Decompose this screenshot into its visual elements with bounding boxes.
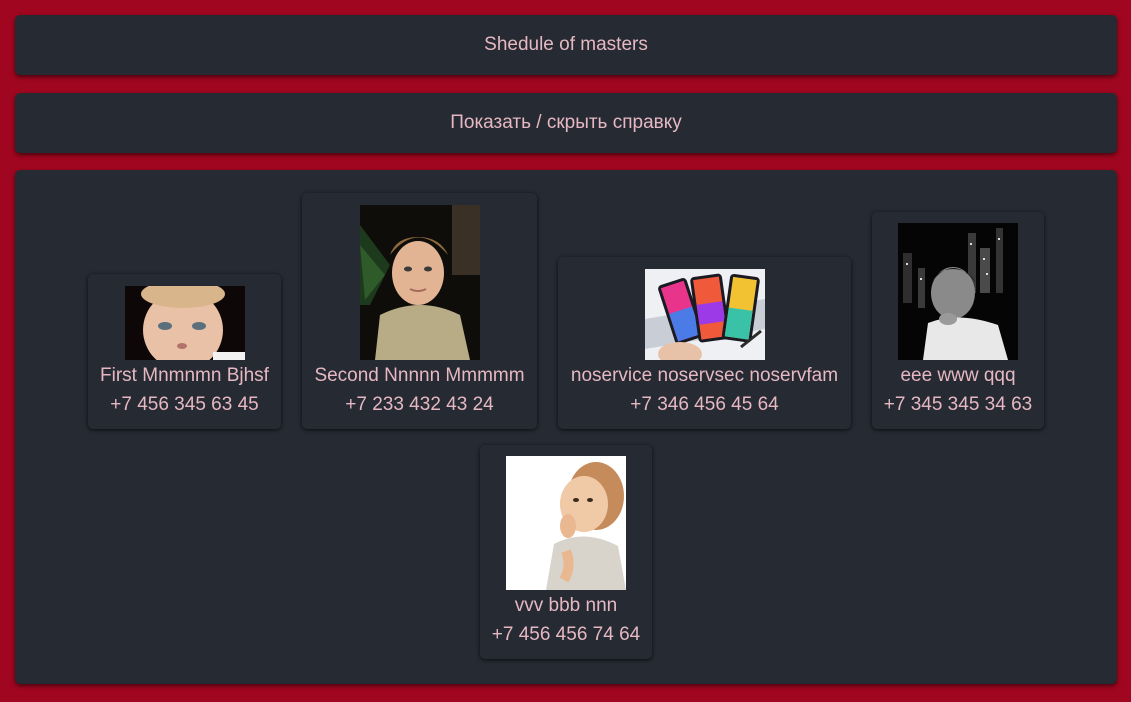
master-name: Second Nnnnn Mmmmm [314, 365, 525, 386]
boy-portrait-photo [359, 205, 480, 360]
master-card[interactable]: vvv bbb nnn +7 456 456 74 64 [480, 445, 652, 659]
page-title: Shedule of masters [484, 34, 648, 55]
master-card[interactable]: noservice noservsec noservfam +7 346 456… [558, 257, 851, 429]
help-toggle-button[interactable]: Показать / скрыть справку [15, 93, 1117, 153]
master-name: First Mnmnmn Bjhsf [100, 365, 269, 386]
bw-child-city-photo [898, 223, 1018, 360]
master-phone: +7 456 456 74 64 [491, 624, 641, 645]
child-portrait-photo [124, 286, 245, 360]
help-toggle-label: Показать / скрыть справку [450, 112, 682, 133]
masters-panel: First Mnmnmn Bjhsf +7 456 345 63 45 Seco… [15, 170, 1117, 684]
master-name: eee www qqq [900, 365, 1016, 386]
smartphones-photo [644, 269, 765, 360]
master-phone: +7 345 345 34 63 [883, 394, 1033, 415]
master-phone: +7 346 456 45 64 [630, 394, 779, 415]
master-name: noservice noservsec noservfam [570, 365, 839, 386]
master-name: vvv bbb nnn [514, 595, 618, 616]
master-card[interactable]: First Mnmnmn Bjhsf +7 456 345 63 45 [88, 274, 281, 429]
master-card[interactable]: Second Nnnnn Mmmmm +7 233 432 43 24 [302, 193, 537, 429]
page-title-bar[interactable]: Shedule of masters [15, 15, 1117, 75]
baby-photo [506, 456, 626, 590]
master-card[interactable]: eee www qqq +7 345 345 34 63 [872, 212, 1044, 429]
master-phone: +7 456 345 63 45 [110, 394, 259, 415]
master-phone: +7 233 432 43 24 [345, 394, 494, 415]
